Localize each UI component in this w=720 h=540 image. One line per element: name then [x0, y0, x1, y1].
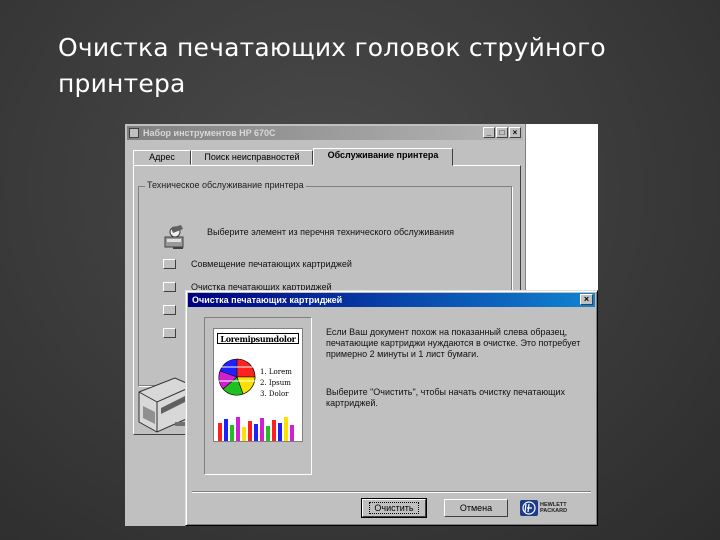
dialog-prompt: Выберите "Очистить", чтобы начать очистк… — [326, 387, 566, 408]
sample-pie-chart-icon — [218, 358, 256, 396]
minimize-button[interactable]: _ — [483, 127, 495, 138]
clean-button[interactable]: Очистить — [361, 498, 427, 518]
hp-logo-icon — [520, 500, 538, 516]
dialog-close-button[interactable]: × — [580, 294, 593, 305]
maximize-button[interactable]: □ — [496, 127, 508, 138]
sample-list-item: 2. Ipsum — [260, 379, 291, 387]
tab-address[interactable]: Адрес — [133, 150, 191, 165]
group-description: Выберите элемент из перечня технического… — [207, 227, 454, 237]
option-3-button[interactable] — [163, 305, 176, 315]
toolbox-wrench-icon — [164, 225, 184, 249]
toolbox-title: Набор инструментов HP 670C — [143, 128, 276, 138]
tab-troubleshooting[interactable]: Поиск неисправностей — [191, 150, 313, 165]
clean-cartridges-button[interactable] — [163, 282, 176, 292]
screenshot: Набор инструментов HP 670C _ □ × Адрес П… — [125, 124, 598, 526]
slide-title: Очистка печатающих головок струйного при… — [58, 33, 606, 98]
tab-printer-service[interactable]: Обслуживание принтера — [313, 148, 453, 166]
dialog-titlebar[interactable]: Очистка печатающих картриджей × — [188, 293, 595, 307]
align-cartridges-label: Совмещение печатающих картриджей — [191, 259, 352, 269]
sample-list-item: 3. Dolor — [260, 390, 289, 398]
dialog-title: Очистка печатающих картриджей — [192, 295, 343, 305]
sample-heading: Loremipsumdolor — [217, 333, 299, 344]
clean-cartridges-dialog: Очистка печатающих картриджей × Loremips… — [185, 290, 598, 526]
hp-logo: HEWLETT PACKARD — [520, 500, 578, 516]
sample-list: 1. Lorem 2. Ipsum 3. Dolor — [260, 367, 292, 400]
group-label: Техническое обслуживание принтера — [145, 180, 306, 190]
option-4-button[interactable] — [163, 328, 176, 338]
app-icon — [129, 128, 139, 138]
sample-color-bars-icon — [218, 417, 294, 441]
hp-logo-text: HEWLETT PACKARD — [540, 502, 568, 514]
sample-list-item: 1. Lorem — [260, 368, 292, 376]
close-button[interactable]: × — [509, 127, 521, 138]
sample-printout: Loremipsumdolor 1. Lorem 2. Ipsum 3. Dol… — [213, 328, 303, 442]
align-cartridges-button[interactable] — [163, 259, 176, 269]
dialog-separator — [192, 491, 591, 493]
sample-panel: Loremipsumdolor 1. Lorem 2. Ipsum 3. Dol… — [204, 317, 312, 475]
toolbox-titlebar[interactable]: Набор инструментов HP 670C _ □ × — [127, 126, 523, 140]
clean-button-label: Очистить — [369, 502, 419, 514]
dialog-instructions: Если Ваш документ похож на показанный сл… — [326, 327, 581, 359]
cancel-button[interactable]: Отмена — [444, 499, 508, 517]
